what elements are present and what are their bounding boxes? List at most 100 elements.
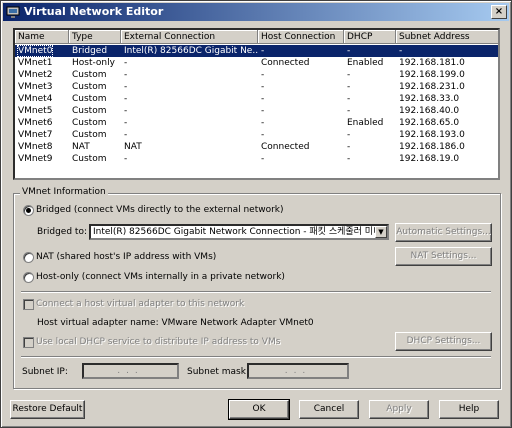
table-cell: Connected	[258, 141, 344, 153]
table-cell: -	[344, 129, 396, 141]
table-cell-text: -	[261, 154, 265, 164]
table-cell-text: -	[347, 154, 351, 164]
table-row[interactable]: VMnet6 Custom - - Enabled 192.168.65.0	[15, 117, 498, 129]
table-cell: -	[258, 69, 344, 81]
table-row[interactable]: VMnet8 NAT NAT Connected - 192.168.186.0	[15, 141, 498, 153]
table-cell-text: VMnet9	[18, 154, 53, 164]
table-row[interactable]: VMnet4 Custom - - - 192.168.33.0	[15, 93, 498, 105]
column-header-dhcp[interactable]: DHCP	[344, 30, 396, 44]
ok-button[interactable]: OK	[228, 399, 290, 420]
use-dhcp-checkbox[interactable]	[23, 337, 34, 348]
table-cell: 192.168.231.0	[396, 81, 498, 93]
table-cell: 192.168.181.0	[396, 57, 498, 69]
bridged-label[interactable]: Bridged (connect VMs directly to the ext…	[36, 205, 284, 215]
column-header-subnet[interactable]: Subnet Address	[396, 30, 498, 44]
window-title: Virtual Network Editor	[24, 5, 164, 18]
bridged-to-select[interactable]: Intel(R) 82566DC Gigabit Network Connect…	[89, 224, 389, 240]
dhcp-settings-button[interactable]: DHCP Settings...	[395, 332, 492, 351]
table-cell: Custom	[69, 153, 121, 165]
table-cell-text: -	[347, 106, 351, 116]
column-header-name[interactable]: Name	[15, 30, 69, 44]
table-cell-text: -	[261, 70, 265, 80]
table-cell-text: -	[347, 70, 351, 80]
table-cell-text: -	[124, 106, 128, 116]
table-cell-text: Custom	[72, 154, 107, 164]
table-cell: -	[121, 69, 258, 81]
restore-default-button[interactable]: Restore Default	[10, 400, 85, 419]
table-row[interactable]: VMnet1 Host-only - Connected Enabled 192.168.…	[15, 57, 498, 69]
table-cell-text: 192.168.33.0	[399, 94, 460, 104]
table-cell: Connected	[258, 57, 344, 69]
table-cell: VMnet6	[15, 117, 69, 129]
help-button[interactable]: Help	[439, 400, 499, 419]
table-cell: -	[344, 93, 396, 105]
table-cell-text: -	[124, 118, 128, 128]
column-header-external[interactable]: External Connection	[121, 30, 258, 44]
table-cell: VMnet1	[15, 57, 69, 69]
table-cell: -	[344, 153, 396, 165]
table-cell: -	[121, 105, 258, 117]
nat-radio[interactable]	[23, 252, 34, 263]
table-cell: 192.168.193.0	[396, 129, 498, 141]
table-cell-text: VMnet0	[16, 45, 54, 57]
table-cell: Custom	[69, 93, 121, 105]
chevron-down-icon[interactable]: ▼	[375, 226, 387, 238]
table-cell-text: Enabled	[347, 58, 384, 68]
table-row[interactable]: VMnet0 Bridged Intel(R) 82566DC Gigabit Ne…	[15, 45, 498, 57]
table-cell: -	[121, 153, 258, 165]
table-cell-text: Custom	[72, 70, 107, 80]
table-cell-text: 192.168.181.0	[399, 58, 465, 68]
table-row[interactable]: VMnet2 Custom - - - 192.168.199.0	[15, 69, 498, 81]
connect-adapter-checkbox[interactable]	[23, 299, 34, 310]
close-button[interactable]: ×	[491, 5, 507, 19]
table-cell-text: Bridged	[72, 46, 108, 56]
table-cell: -	[344, 81, 396, 93]
table-cell-text: -	[261, 130, 265, 140]
table-cell: VMnet7	[15, 129, 69, 141]
table-cell-text: Custom	[72, 82, 107, 92]
table-cell-text: 192.168.231.0	[399, 82, 465, 92]
subnet-ip-label: Subnet IP:	[22, 367, 68, 377]
table-cell-text: 192.168.19.0	[399, 154, 460, 164]
table-cell-text: VMnet5	[18, 106, 53, 116]
table-cell-text: -	[124, 154, 128, 164]
vmnet-list[interactable]: Name Type External Connection Host Conne…	[13, 28, 500, 180]
use-dhcp-label[interactable]: Use local DHCP service to distribute IP …	[36, 337, 280, 347]
table-row[interactable]: VMnet3 Custom - - - 192.168.231.0	[15, 81, 498, 93]
adapter-name-text: Host virtual adapter name: VMware Networ…	[37, 318, 314, 328]
table-cell: 192.168.33.0	[396, 93, 498, 105]
automatic-settings-button[interactable]: Automatic Settings...	[395, 223, 492, 242]
subnet-ip-field[interactable]: ...	[82, 363, 179, 379]
cancel-button[interactable]: Cancel	[299, 400, 359, 419]
table-cell: -	[396, 45, 498, 57]
host-only-radio[interactable]	[23, 272, 34, 283]
nat-settings-button[interactable]: NAT Settings...	[395, 247, 492, 266]
title-bar[interactable]: Virtual Network Editor ×	[3, 3, 509, 21]
table-row[interactable]: VMnet7 Custom - - - 192.168.193.0	[15, 129, 498, 141]
nat-label[interactable]: NAT (shared host's IP address with VMs)	[36, 252, 216, 262]
table-cell-text: 192.168.40.0	[399, 106, 460, 116]
table-cell: Custom	[69, 81, 121, 93]
table-cell: -	[344, 45, 396, 57]
bridged-to-value: Intel(R) 82566DC Gigabit Network Connect…	[93, 227, 382, 237]
table-cell: VMnet4	[15, 93, 69, 105]
host-only-label[interactable]: Host-only (connect VMs internally in a p…	[36, 272, 285, 282]
subnet-mask-field[interactable]: ...	[247, 363, 349, 379]
table-cell: VMnet3	[15, 81, 69, 93]
table-cell-text: 192.168.199.0	[399, 70, 465, 80]
table-cell-text: -	[347, 130, 351, 140]
bridged-radio[interactable]	[23, 205, 34, 216]
table-cell: VMnet0	[15, 45, 69, 57]
apply-button[interactable]: Apply	[369, 400, 429, 419]
table-cell: -	[258, 129, 344, 141]
column-header-type[interactable]: Type	[69, 30, 121, 44]
column-header-host[interactable]: Host Connection	[258, 30, 344, 44]
table-cell: -	[258, 81, 344, 93]
connect-adapter-label[interactable]: Connect a host virtual adapter to this n…	[36, 299, 244, 309]
table-cell-text: Enabled	[347, 118, 384, 128]
table-cell: VMnet2	[15, 69, 69, 81]
network-icon	[6, 6, 20, 18]
table-cell: 192.168.199.0	[396, 69, 498, 81]
table-row[interactable]: VMnet9 Custom - - - 192.168.19.0	[15, 153, 498, 165]
table-row[interactable]: VMnet5 Custom - - - 192.168.40.0	[15, 105, 498, 117]
